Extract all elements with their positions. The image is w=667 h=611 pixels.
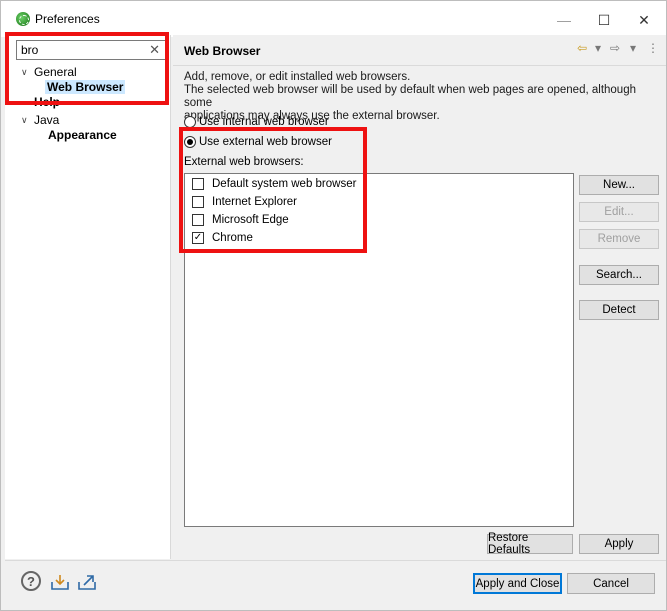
page-navigation: ⇦ ▾ ⇨ ▾ ⋮ [577,41,661,59]
apply-and-close-button[interactable]: Apply and Close [473,573,562,594]
help-icon[interactable]: ? [21,571,41,591]
forward-menu-icon[interactable]: ▾ [630,41,636,55]
apply-button[interactable]: Apply [579,534,659,554]
edit-button[interactable]: Edit... [579,202,659,222]
internal-browser-option[interactable]: Use internal web browser [184,116,329,128]
export-icon[interactable] [76,571,98,593]
list-item[interactable]: ✓ Chrome [192,232,253,244]
detect-button[interactable]: Detect [579,300,659,320]
radio-button-selected[interactable] [184,136,196,148]
external-browsers-list[interactable]: Default system web browser Internet Expl… [184,173,574,527]
browser-name: Chrome [212,232,253,244]
title-bar: Preferences — ☐ ✕ [1,1,666,37]
radio-button[interactable] [184,116,196,128]
restore-defaults-button[interactable]: Restore Defaults [487,532,573,556]
footer-divider [5,560,666,561]
checkbox[interactable] [192,196,204,208]
web-browser-page: Web Browser ⇦ ▾ ⇨ ▾ ⋮ Add, remove, or ed… [173,35,666,559]
preferences-tree-panel: ✕ ∨ General Web Browser Help ∨ Java Appe… [5,35,171,559]
browser-name: Microsoft Edge [212,214,289,226]
close-button[interactable]: ✕ [621,7,667,33]
back-arrow-icon[interactable]: ⇦ [577,41,587,55]
filter-input[interactable] [21,43,141,57]
browser-name: Default system web browser [212,178,357,190]
external-browser-option[interactable]: Use external web browser [184,136,332,148]
browser-name: Internet Explorer [212,196,298,208]
description-line: Add, remove, or edit installed web brows… [184,71,411,83]
search-button[interactable]: Search... [579,265,659,285]
title-divider [173,65,666,66]
radio-label: Use internal web browser [199,116,329,128]
chevron-down-icon[interactable]: ∨ [21,115,28,126]
list-item[interactable]: Internet Explorer [192,196,297,208]
checkbox[interactable] [192,178,204,190]
clear-filter-icon[interactable]: ✕ [149,42,160,58]
new-button[interactable]: New... [579,175,659,195]
remove-button[interactable]: Remove [579,229,659,249]
import-icon[interactable] [49,571,71,593]
tree-item-general[interactable]: General [34,65,77,79]
tree-item-web-browser[interactable]: Web Browser [45,80,126,94]
tree-item-appearance[interactable]: Appearance [48,128,117,142]
page-title: Web Browser [184,44,261,58]
radio-label: Use external web browser [199,136,332,148]
filter-field[interactable]: ✕ [16,40,166,60]
checkbox-checked[interactable]: ✓ [192,232,204,244]
back-menu-icon[interactable]: ▾ [595,41,601,55]
more-options-icon[interactable]: ⋮ [647,41,659,55]
cancel-button[interactable]: Cancel [567,573,655,594]
list-item[interactable]: Microsoft Edge [192,214,289,226]
chevron-down-icon[interactable]: ∨ [21,67,28,78]
checkbox[interactable] [192,214,204,226]
window-title: Preferences [35,12,100,26]
forward-arrow-icon[interactable]: ⇨ [610,41,620,55]
tree-item-help[interactable]: Help [34,95,60,109]
tree-item-java[interactable]: Java [34,113,59,127]
external-browsers-label: External web browsers: [184,156,304,168]
list-item[interactable]: Default system web browser [192,178,356,190]
description-line: The selected web browser will be used by… [184,84,636,109]
eclipse-app-icon [16,12,30,26]
preferences-window: Preferences — ☐ ✕ ✕ ∨ General Web Browse… [0,0,667,611]
